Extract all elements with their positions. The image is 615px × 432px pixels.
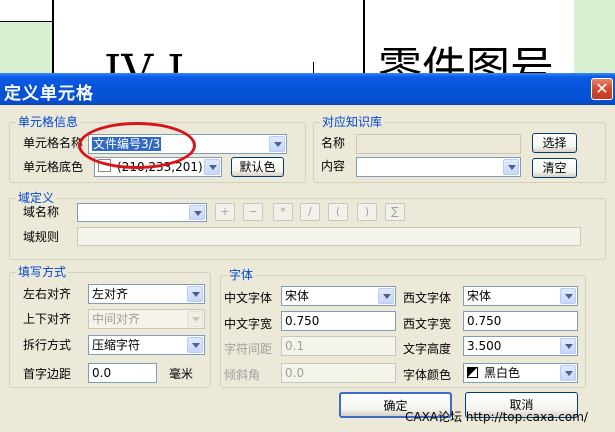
minus-button[interactable]: −: [243, 203, 263, 221]
spacing-label: 字符间距: [224, 342, 273, 356]
slant-input[interactable]: 0.0: [281, 363, 396, 383]
divide-button[interactable]: /: [300, 203, 320, 221]
chevron-down-icon[interactable]: [189, 205, 205, 220]
knowledge-content-label: 内容: [321, 159, 346, 173]
margin-input[interactable]: 0.0: [88, 363, 157, 383]
domain-group-label: 域定义: [16, 191, 57, 205]
knowledge-name-label: 名称: [321, 136, 346, 150]
en-font-label: 西文字体: [403, 291, 452, 305]
chevron-down-icon[interactable]: [187, 286, 203, 302]
chevron-down-icon[interactable]: [269, 136, 285, 152]
cell-name-label: 单元格名称: [23, 136, 84, 150]
halign-label: 左右对齐: [23, 287, 72, 301]
en-font-combo[interactable]: 宋体: [463, 286, 578, 306]
drawing-line: [52, 0, 54, 80]
chevron-down-icon: [187, 311, 203, 327]
cn-font-value: 宋体: [285, 289, 310, 303]
wrap-value: 压缩字符: [92, 338, 141, 352]
drawing-line: [0, 21, 54, 22]
close-paren-button[interactable]: ): [357, 203, 377, 221]
cn-width-label: 中文字宽: [224, 317, 273, 331]
plus-button[interactable]: +: [215, 203, 235, 221]
en-width-input[interactable]: 0.750: [463, 311, 578, 331]
cn-font-combo[interactable]: 宋体: [281, 286, 396, 306]
drawing-cell-green-left: [0, 22, 52, 80]
domain-name-combo[interactable]: [77, 203, 207, 222]
knowledge-content-combo[interactable]: [356, 157, 521, 177]
drawing-background: IV I 零件图号: [0, 0, 615, 80]
cell-color-label: 单元格底色: [23, 160, 84, 174]
close-button[interactable]: ✕: [591, 78, 613, 100]
chevron-down-icon[interactable]: [503, 159, 519, 175]
chevron-down-icon[interactable]: [560, 338, 576, 354]
multiply-button[interactable]: *: [273, 203, 293, 221]
slant-label: 倾斜角: [224, 368, 261, 382]
domain-name-label: 域名称: [23, 205, 60, 219]
height-value: 3.500: [467, 339, 502, 353]
wrap-label: 拆行方式: [23, 338, 72, 352]
close-icon: ✕: [595, 79, 609, 98]
default-color-button[interactable]: 默认色: [231, 157, 284, 177]
spacing-input[interactable]: 0.1: [281, 336, 396, 356]
domain-rule-field[interactable]: [77, 227, 581, 246]
font-color-combo[interactable]: 黑白色: [463, 363, 578, 383]
open-paren-button[interactable]: (: [328, 203, 348, 221]
chevron-down-icon[interactable]: [378, 288, 394, 304]
select-button[interactable]: 选择: [532, 133, 577, 153]
margin-label: 首字边距: [23, 367, 72, 381]
drawing-line: [363, 0, 365, 80]
height-label: 文字高度: [403, 342, 452, 356]
margin-unit-label: 毫米: [169, 367, 194, 381]
chevron-down-icon[interactable]: [204, 159, 220, 175]
cn-font-label: 中文字体: [224, 291, 273, 305]
watermark-text: CAXA论坛 http://top.caxa.com/: [405, 410, 588, 424]
chevron-down-icon[interactable]: [560, 288, 576, 304]
halign-value: 左对齐: [92, 287, 129, 301]
halign-combo[interactable]: 左对齐: [88, 284, 205, 304]
en-width-label: 西文字宽: [403, 317, 452, 331]
valign-combo[interactable]: 中间对齐: [88, 309, 205, 329]
knowledge-name-field[interactable]: [356, 134, 521, 154]
chevron-down-icon[interactable]: [187, 337, 203, 353]
font-group-label: 字体: [227, 268, 256, 282]
drawing-cell-green-right: [574, 0, 615, 80]
wrap-combo[interactable]: 压缩字符: [88, 335, 205, 355]
cn-width-input[interactable]: 0.750: [281, 311, 396, 331]
en-font-value: 宋体: [467, 289, 492, 303]
height-combo[interactable]: 3.500: [463, 336, 578, 356]
font-color-label: 字体颜色: [403, 368, 452, 382]
black-white-icon: [467, 367, 478, 378]
highlight-ellipse: [78, 122, 196, 169]
fill-mode-group-label: 填写方式: [16, 265, 69, 279]
valign-label: 上下对齐: [23, 312, 72, 326]
valign-value: 中间对齐: [92, 312, 141, 326]
clear-button[interactable]: 清空: [532, 158, 577, 178]
knowledge-group-label: 对应知识库: [320, 115, 385, 129]
cell-info-group-label: 单元格信息: [16, 115, 81, 129]
chevron-down-icon[interactable]: [560, 365, 576, 381]
font-color-value: 黑白色: [484, 366, 521, 380]
domain-rule-label: 域规则: [23, 230, 60, 244]
window-title: 定义单元格: [4, 84, 94, 104]
sum-button[interactable]: ∑: [385, 203, 405, 221]
title-bar[interactable]: 定义单元格: [0, 73, 615, 105]
